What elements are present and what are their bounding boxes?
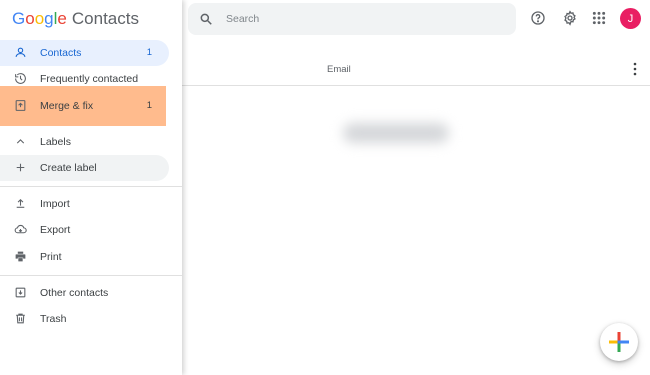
search-icon xyxy=(199,12,213,26)
sidebar-item-count: 1 xyxy=(146,100,152,111)
cloud-download-icon xyxy=(14,223,27,236)
merge-fix-icon xyxy=(14,99,27,112)
column-header-email: Email xyxy=(327,64,351,75)
sidebar: Google Contacts Contacts 1 Frequently co… xyxy=(0,0,182,375)
sidebar-item-export[interactable]: Export xyxy=(0,217,169,243)
sidebar-item-count: 1 xyxy=(146,47,152,58)
more-vert-icon[interactable] xyxy=(630,62,640,76)
trash-icon xyxy=(14,312,27,325)
print-icon xyxy=(14,250,27,263)
app-logo[interactable]: Google Contacts xyxy=(12,9,139,31)
sidebar-section-labels[interactable]: Labels xyxy=(0,129,169,155)
sidebar-item-label: Create label xyxy=(40,162,97,174)
sidebar-item-label: Print xyxy=(40,251,62,263)
help-icon[interactable] xyxy=(530,10,546,26)
person-icon xyxy=(14,46,27,59)
sidebar-item-label: Merge & fix xyxy=(40,100,94,112)
colorful-plus-icon xyxy=(609,332,629,352)
sidebar-divider xyxy=(0,275,182,276)
sidebar-item-trash[interactable]: Trash xyxy=(0,306,169,332)
sidebar-item-label: Contacts xyxy=(40,47,82,59)
download-box-icon xyxy=(14,286,27,299)
settings-icon[interactable] xyxy=(562,10,578,26)
sidebar-divider xyxy=(0,186,182,187)
sidebar-item-label: Import xyxy=(40,198,70,210)
apps-grid-icon[interactable] xyxy=(591,10,607,26)
sidebar-item-label: Other contacts xyxy=(40,287,109,299)
sidebar-item-create-label[interactable]: Create label xyxy=(0,155,169,181)
avatar[interactable]: J xyxy=(620,8,641,29)
chevron-up-icon xyxy=(14,135,27,148)
sidebar-item-merge-fix[interactable]: Merge & fix 1 xyxy=(0,86,166,126)
sidebar-item-label: Labels xyxy=(40,136,71,148)
plus-icon xyxy=(14,161,27,174)
sidebar-item-print[interactable]: Print xyxy=(0,244,169,270)
sidebar-item-other-contacts[interactable]: Other contacts xyxy=(0,280,169,306)
upload-icon xyxy=(14,197,27,210)
search-input[interactable] xyxy=(226,10,496,28)
table-divider xyxy=(182,85,650,86)
sidebar-item-label: Trash xyxy=(40,313,67,325)
sidebar-item-contacts[interactable]: Contacts 1 xyxy=(0,40,169,66)
sidebar-item-import[interactable]: Import xyxy=(0,191,169,217)
product-name: Contacts xyxy=(71,9,139,28)
create-contact-fab[interactable] xyxy=(600,323,638,361)
blurred-contact-row xyxy=(343,123,449,143)
google-wordmark: Google xyxy=(12,9,67,28)
sidebar-item-label: Frequently contacted xyxy=(40,73,139,85)
search-bar[interactable] xyxy=(188,3,516,35)
sidebar-item-label: Export xyxy=(40,224,71,236)
history-icon xyxy=(14,72,27,85)
